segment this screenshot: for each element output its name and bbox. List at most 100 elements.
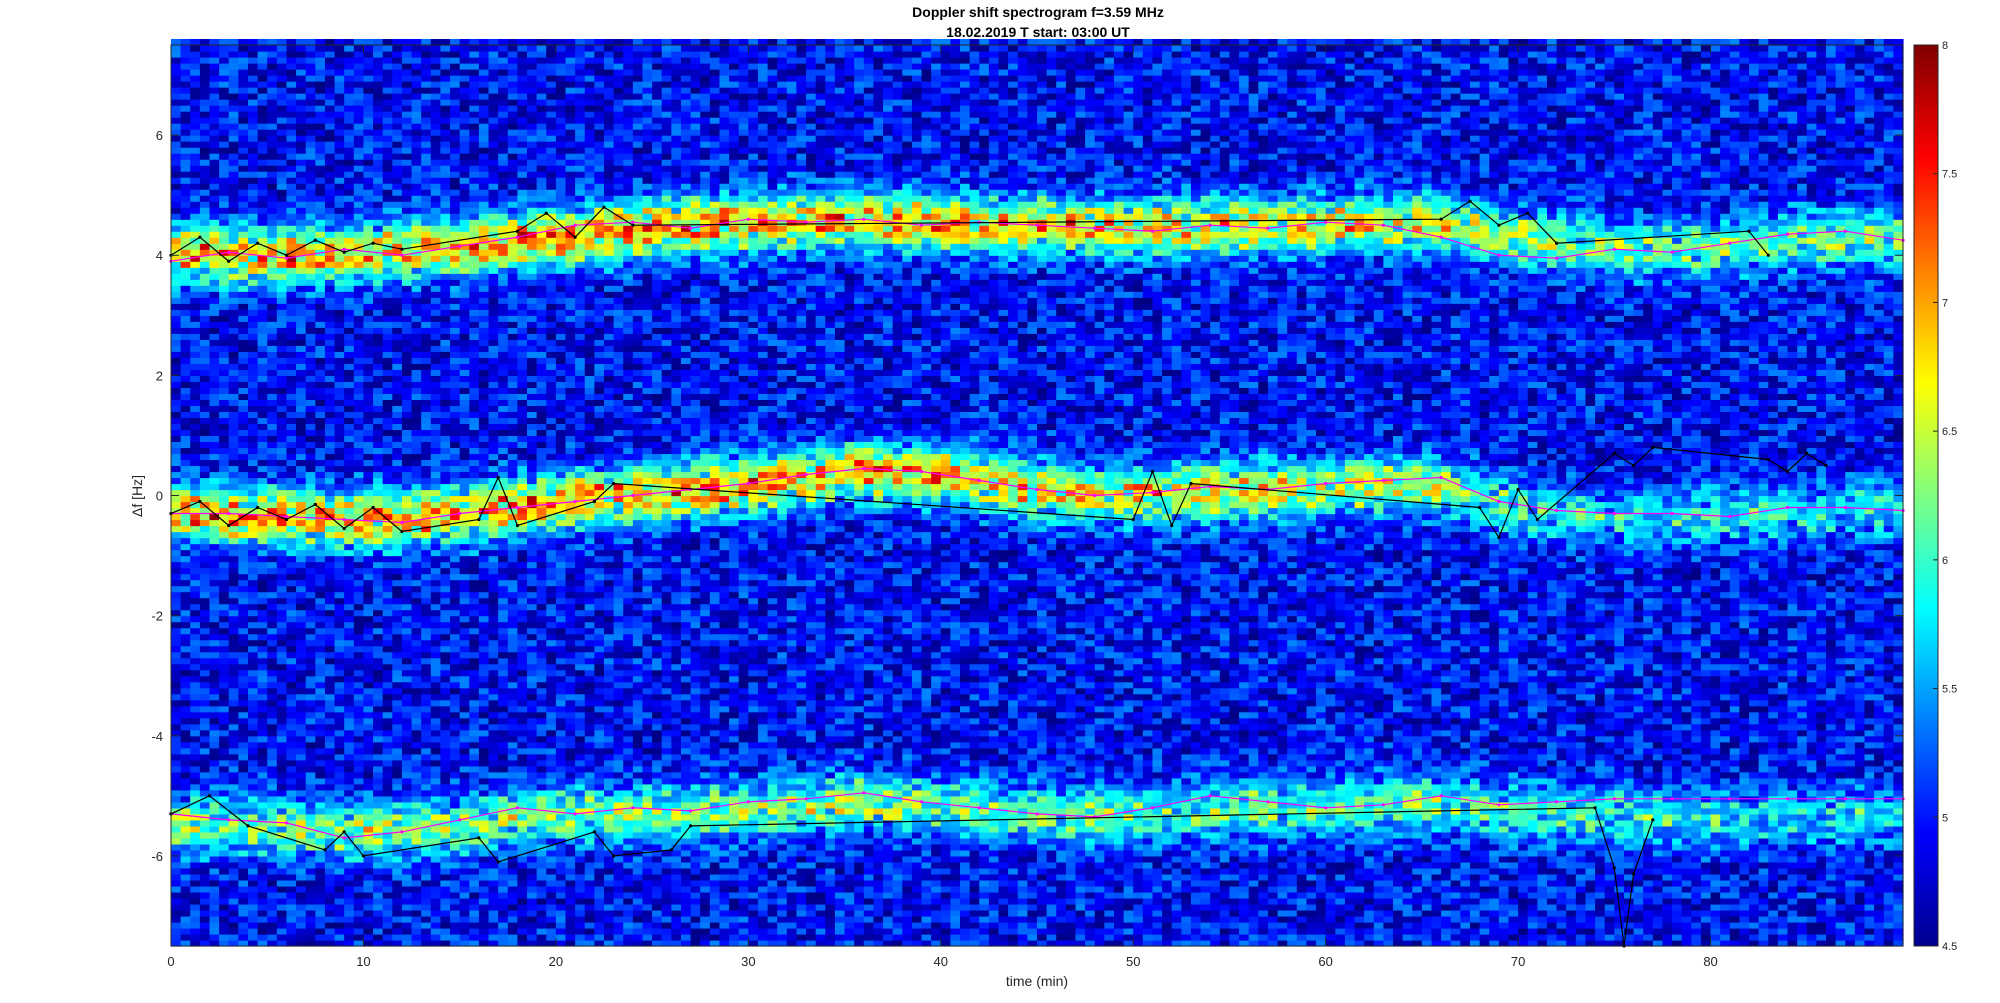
spectrogram-cell <box>171 616 181 623</box>
spectrogram-cell <box>229 447 239 454</box>
spectrogram-cell <box>190 465 200 472</box>
spectrogram-cell <box>431 69 441 76</box>
spectrogram-cell <box>373 309 383 316</box>
spectrogram-cell <box>238 309 248 316</box>
spectrogram-cell <box>354 544 364 551</box>
spectrogram-cell <box>469 321 479 328</box>
spectrogram-cell <box>258 435 268 442</box>
spectrogram-cell <box>190 652 200 659</box>
spectrogram-cell <box>209 766 219 773</box>
spectrogram-cell <box>277 327 287 334</box>
spectrogram-cell <box>363 423 373 430</box>
spectrogram-cell <box>248 706 258 713</box>
spectrogram-cell <box>450 363 460 370</box>
spectrogram-cell <box>306 93 316 100</box>
spectrogram-cell <box>325 934 335 941</box>
spectrogram-cell <box>267 580 277 587</box>
spectrogram-cell <box>171 399 181 406</box>
spectrogram-cell <box>421 315 431 322</box>
spectrogram-cell <box>421 237 431 244</box>
spectrogram-cell <box>248 790 258 797</box>
spectrogram-cell <box>469 910 479 917</box>
spectrogram-cell <box>277 369 287 376</box>
spectrogram-cell <box>421 556 431 563</box>
spectrogram-cell <box>460 171 470 178</box>
spectrogram-cell <box>383 778 393 785</box>
spectrogram-cell <box>392 153 402 160</box>
spectrogram-cell <box>248 892 258 899</box>
spectrogram-cell <box>431 171 441 178</box>
spectrogram-cell <box>450 862 460 869</box>
spectrogram-cell <box>258 610 268 617</box>
spectrogram-cell <box>412 273 422 280</box>
spectrogram-cell <box>267 183 277 190</box>
spectrogram-cell <box>335 87 345 94</box>
spectrogram-cell <box>229 315 239 322</box>
spectrogram-cell <box>479 928 489 935</box>
spectrogram-cell <box>219 706 229 713</box>
spectrogram-cell <box>335 718 345 725</box>
spectrogram-cell <box>209 117 219 124</box>
spectrogram-cell <box>171 141 181 148</box>
spectrogram-cell <box>402 862 412 869</box>
spectrogram-cell <box>238 556 248 563</box>
spectrogram-cell <box>296 351 306 358</box>
spectrogram-cell <box>421 285 431 292</box>
spectrogram-cell <box>402 610 412 617</box>
spectrogram-cell <box>209 75 219 82</box>
spectrogram-cell <box>200 616 210 623</box>
spectrogram-cell <box>277 201 287 208</box>
spectrogram-cell <box>277 790 287 797</box>
spectrogram-cell <box>460 886 470 893</box>
spectrogram-cell <box>354 255 364 262</box>
spectrogram-cell <box>296 147 306 154</box>
spectrogram-cell <box>440 772 450 779</box>
spectrogram-cell <box>421 658 431 665</box>
spectrogram-cell <box>460 610 470 617</box>
spectrogram-cell <box>335 784 345 791</box>
spectrogram-cell <box>344 303 354 310</box>
spectrogram-cell <box>209 874 219 881</box>
spectrogram-cell <box>383 483 393 490</box>
spectrogram-cell <box>460 862 470 869</box>
spectrogram-cell <box>412 57 422 64</box>
spectrogram-cell <box>412 489 422 496</box>
spectrogram-cell <box>325 387 335 394</box>
spectrogram-cell <box>373 45 383 52</box>
spectrogram-cell <box>315 682 325 689</box>
spectrogram-cell <box>479 363 489 370</box>
spectrogram-cell <box>286 117 296 124</box>
spectrogram-cell <box>306 760 316 767</box>
spectrogram-cell <box>171 748 181 755</box>
spectrogram-cell <box>325 231 335 238</box>
spectrogram-cell <box>412 766 422 773</box>
spectrogram-cell <box>267 532 277 539</box>
spectrogram-cell <box>200 87 210 94</box>
spectrogram-cell <box>460 916 470 923</box>
spectrogram-cell <box>306 748 316 755</box>
spectrogram-cell <box>171 922 181 929</box>
spectrogram-cell <box>267 207 277 214</box>
spectrogram-cell <box>277 808 287 815</box>
spectrogram-cell <box>479 381 489 388</box>
spectrogram-cell <box>171 706 181 713</box>
spectrogram-cell <box>431 580 441 587</box>
spectrogram-cell <box>209 147 219 154</box>
spectrogram-cell <box>431 862 441 869</box>
spectrogram-cell <box>209 447 219 454</box>
spectrogram-cell <box>229 790 239 797</box>
spectrogram-cell <box>363 255 373 262</box>
spectrogram-cell <box>383 447 393 454</box>
spectrogram-cell <box>306 399 316 406</box>
spectrogram-cell <box>238 129 248 136</box>
spectrogram-cell <box>315 724 325 731</box>
spectrogram-cell <box>306 790 316 797</box>
spectrogram-cell <box>450 279 460 286</box>
spectrogram-cell <box>286 634 296 641</box>
spectrogram-cell <box>190 225 200 232</box>
spectrogram-cell <box>171 459 181 466</box>
spectrogram-cell <box>306 45 316 52</box>
spectrogram-cell <box>181 189 191 196</box>
spectrogram-cell <box>383 568 393 575</box>
spectrogram-cell <box>402 339 412 346</box>
